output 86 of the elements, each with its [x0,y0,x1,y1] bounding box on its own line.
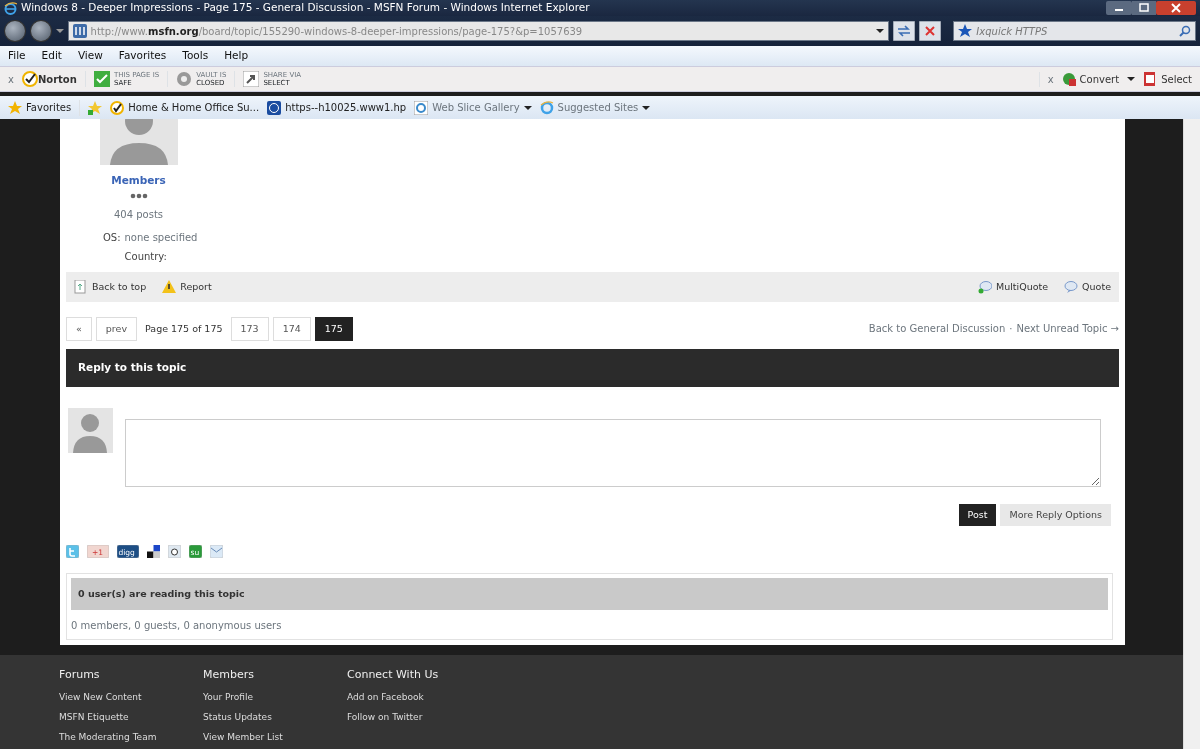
dropdown-arrow-icon[interactable] [1127,76,1136,82]
footer-link[interactable]: Your Profile [203,690,347,704]
envelope-icon[interactable] [210,545,223,559]
report-link[interactable]: Report [162,279,212,294]
footer-link[interactable]: View New Content [59,690,203,704]
reply-field[interactable] [125,419,1101,487]
member-group-link[interactable]: Members [111,173,166,189]
post-count: 404 posts [113,207,164,222]
document-icon [1143,72,1158,86]
window-title: Windows 8 - Deeper Impressions - Page 175 - General Discussion - MSFN Forum - Windows Internet Explorer [21,0,590,16]
back-link[interactable]: Back to General Discussion [868,321,1006,337]
favorites-link[interactable]: Web Slice Gallery [414,100,532,115]
favorites-button[interactable]: Favorites [8,99,81,116]
section-title: Reply to this topic [78,360,187,376]
quote-button[interactable]: MultiQuote [978,279,1049,294]
close-button[interactable]: x [1047,71,1054,87]
scrollbar[interactable] [1183,119,1200,749]
favorites-link[interactable]: Suggested Sites [539,100,651,115]
footer-link[interactable]: Status Updates [203,710,347,724]
squares-icon[interactable] [147,545,160,559]
footer-link[interactable]: MSFN Etiquette [59,710,203,724]
footer-link[interactable]: View Member List [203,730,347,744]
browser-logo-icon [539,100,554,115]
disc-icon [176,71,193,87]
site-icon [72,24,87,38]
menu-item[interactable]: Favorites [118,48,167,64]
footer-link[interactable]: The Moderating Team [59,730,203,744]
post-button[interactable]: Post [958,504,997,527]
field-label: OS: [101,230,121,245]
back-button[interactable] [4,20,26,42]
favorites-link[interactable]: https--h10025.www1.hp [267,100,407,115]
page-button[interactable]: 174 [272,316,311,341]
separator-dot: · [1009,322,1013,337]
menu-item[interactable]: Edit [41,48,62,64]
maximize-button[interactable] [1132,1,1156,15]
quote-button[interactable]: Quote [1064,279,1111,294]
field-label: Country: [124,249,167,264]
arrow-icon [243,71,260,87]
menu-item[interactable]: File [8,48,26,64]
globe-icon [1061,72,1076,86]
address-bar[interactable]: http://www.msfn.org/board/topic/155290-windows-8-deeper-impressions/page-175?&p=1057639 [67,21,890,41]
speech-bubble-icon [978,279,992,294]
footer-heading: Connect With Us [347,667,440,683]
readers-text: 0 members, 0 guests, 0 anonymous users [71,619,283,634]
site-icon [267,100,282,115]
star-icon [8,100,22,115]
dropdown-arrow-icon[interactable] [876,28,885,34]
forward-button[interactable] [29,20,52,42]
more-options-button[interactable]: More Reply Options [1000,504,1111,527]
menu-item[interactable]: View [77,48,103,64]
search-icon[interactable] [1179,25,1191,37]
minimize-button[interactable] [1106,1,1132,15]
footer-link[interactable]: Add on Facebook [347,690,491,704]
field-value: none specified [124,230,198,245]
check-icon [93,71,110,87]
first-page-button[interactable]: « [66,316,92,341]
avatar-silhouette [68,408,113,453]
favorites-link[interactable]: Home & Home Office Su... [110,100,260,115]
page-button[interactable]: 173 [230,316,269,341]
refresh-button[interactable] [893,21,916,41]
speech-bubble-icon [1064,279,1079,294]
close-button[interactable]: x [8,71,14,87]
back-to-top-link[interactable]: Back to top [74,279,147,294]
readers-title: 0 user(s) are reading this topic [78,587,245,602]
browser-logo-icon [4,1,17,15]
menu-item[interactable]: Tools [182,48,209,64]
page-info: Page 175 of 175 [144,321,224,336]
select-button[interactable]: Select [1143,71,1192,87]
footer-heading: Members [203,667,255,683]
checkmark-logo-icon [21,71,38,87]
checkmark-icon [110,100,125,115]
footer-link[interactable]: Follow on Twitter [347,710,491,724]
next-topic-link[interactable]: Next Unread Topic → [1016,321,1119,337]
page-button[interactable]: 175 [314,316,353,341]
rank-pips-icon [129,192,148,199]
footer-heading: Forums [59,667,101,683]
menu-item[interactable]: Help [224,48,249,64]
star-icon[interactable] [88,100,103,115]
search-field[interactable]: Ixquick HTTPS [953,21,1196,41]
norton-button[interactable]: Norton [21,71,77,87]
stop-button[interactable] [919,21,942,41]
warning-icon [162,279,177,294]
prev-page-button[interactable]: prev [95,316,137,341]
star-icon [958,24,973,38]
convert-button[interactable]: Convert [1061,71,1120,87]
close-button[interactable] [1156,1,1196,15]
